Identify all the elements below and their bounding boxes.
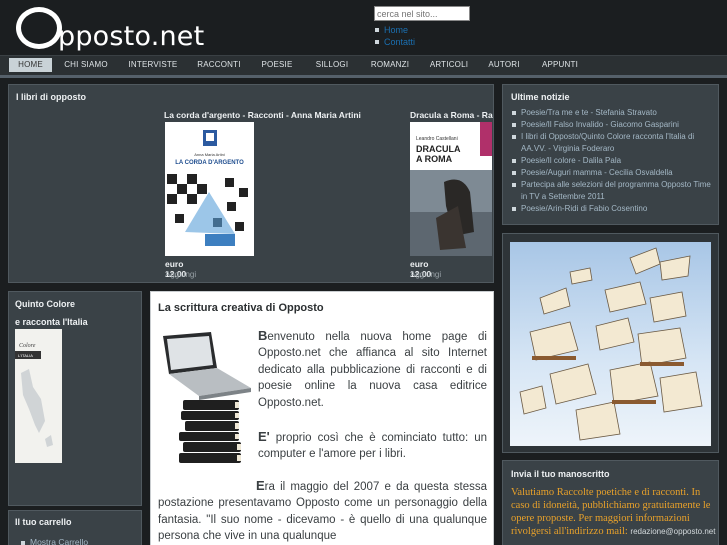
quinto-subtitle: e racconta l'Italia (15, 317, 88, 327)
contatti-link[interactable]: Contatti (374, 36, 415, 48)
nav-item-appunti[interactable]: APPUNTI (535, 58, 585, 72)
nav-item-home[interactable]: HOME (9, 58, 52, 72)
news-panel-title: Ultime notizie (511, 92, 570, 102)
flying-books-image (510, 242, 711, 446)
intro-paragraph-2: E' proprio così che è cominciato tutto: … (258, 429, 487, 463)
add-to-cart-link[interactable]: Aggiungi (165, 270, 196, 279)
paragraph-text: proprio così che è cominciato tutto: un … (258, 432, 487, 461)
home-link[interactable]: Home (374, 24, 415, 36)
news-item[interactable]: Partecipa alle selezioni del programma O… (511, 179, 714, 203)
quinto-cover[interactable]: Colore L'ITALIA (15, 329, 62, 463)
news-item[interactable]: Poesie/Il Falso Invalido - Giacomo Gaspa… (511, 119, 714, 131)
paragraph-text: envenuto nella nuova home page di Oppost… (258, 331, 487, 409)
svg-text:A ROMA: A ROMA (416, 154, 453, 164)
flying-books-image-panel (502, 233, 719, 453)
quinto-title: Quinto Colore (15, 299, 75, 309)
laptop-books-art (163, 332, 251, 463)
cover-author: Leandro Castellani (416, 136, 458, 142)
main-content: La scrittura creativa di Opposto Benvenu… (150, 291, 494, 545)
book-cover-art: Leandro Castellani DRACULA A ROMA (410, 122, 492, 256)
nav-item-interviste[interactable]: INTERVISTE (124, 58, 182, 72)
site-header: pposto.net Home Contatti (0, 0, 727, 56)
cover-title: LA CORDA D'ARGENTO (175, 160, 244, 166)
nav-divider (0, 75, 727, 78)
news-item[interactable]: Poesie/Auguri mamma - Cecilia Osvaldella (511, 167, 714, 179)
paragraph-text: ra il maggio del 2007 e da questa stessa… (158, 481, 487, 543)
submit-description: Valutiamo Raccolte poetiche e di raccont… (511, 486, 716, 538)
quinto-colore-panel: Quinto Colore e racconta l'Italia Colore… (8, 291, 142, 506)
book-cover-art: Anna Maria Artini LA CORDA D'ARGENTO (165, 122, 254, 256)
laptop-books-image (159, 332, 255, 464)
bullet-icon (21, 541, 25, 545)
nav-item-poesie[interactable]: POESIE (256, 58, 298, 72)
cart-panel: Il tuo carrello Mostra Carrello (8, 510, 142, 545)
intro-paragraph-1: Benvenuto nella nuova home page di Oppos… (258, 328, 487, 411)
add-to-cart-link[interactable]: Aggiungi (410, 270, 441, 279)
svg-text:DRACULA: DRACULA (416, 144, 461, 154)
dropcap: B (258, 328, 268, 343)
news-item[interactable]: I libri di Opposto/Quinto Colore raccont… (511, 131, 714, 155)
book-title[interactable]: La corda d'argento - Racconti - Anna Mar… (164, 110, 361, 120)
show-cart-label: Mostra Carrello (30, 537, 89, 545)
book-cover-corda[interactable]: Anna Maria Artini LA CORDA D'ARGENTO (165, 122, 254, 256)
nav-item-chi-siamo[interactable]: CHI SIAMO (60, 58, 112, 72)
book-cover-dracula[interactable]: Leandro Castellani DRACULA A ROMA (410, 122, 492, 256)
page-title: La scrittura creativa di Opposto (158, 302, 324, 314)
books-panel: I libri di opposto La corda d'argento - … (8, 84, 494, 283)
cart-title: Il tuo carrello (15, 517, 72, 527)
show-cart-link[interactable]: Mostra Carrello (21, 537, 88, 545)
intro-paragraph-3: Era il maggio del 2007 e da questa stess… (158, 478, 487, 545)
news-panel: Ultime notizie Poesie/Tra me e te - Stef… (502, 84, 719, 225)
search-input[interactable] (374, 6, 470, 21)
news-list: Poesie/Tra me e te - Stefania Stravato P… (511, 107, 714, 215)
news-item[interactable]: Poesie/Il colore - Dalila Pala (511, 155, 714, 167)
site-logo[interactable]: pposto.net (16, 4, 216, 54)
dropcap: E' (258, 429, 270, 444)
submit-panel-title: Invia il tuo manoscritto (511, 469, 610, 479)
nav-item-romanzi[interactable]: ROMANZI (364, 58, 416, 72)
nav-item-sillogi[interactable]: SILLOGI (308, 58, 356, 72)
main-nav: HOME CHI SIAMO INTERVISTE RACCONTI POESI… (0, 55, 727, 78)
submit-manuscript-panel: Invia il tuo manoscritto Valutiamo Racco… (502, 460, 719, 545)
logo-ring (16, 7, 62, 49)
submit-email[interactable]: redazione@opposto.net (630, 527, 715, 536)
news-item[interactable]: Poesie/Tra me e te - Stefania Stravato (511, 107, 714, 119)
book-title[interactable]: Dracula a Roma - Ra (410, 110, 493, 120)
cover-author: Anna Maria Artini (194, 152, 225, 157)
logo-text: pposto.net (58, 21, 205, 52)
top-links: Home Contatti (374, 24, 415, 48)
quinto-cover-art: Colore L'ITALIA (15, 329, 62, 463)
books-panel-title: I libri di opposto (16, 92, 86, 102)
flying-books-art (519, 247, 703, 441)
dropcap: E (256, 478, 265, 493)
cover-text: Colore (19, 343, 36, 349)
nav-item-racconti[interactable]: RACCONTI (193, 58, 245, 72)
news-item[interactable]: Poesie/Arin-Ridi di Fabio Cosentino (511, 203, 714, 215)
cover-sub: L'ITALIA (18, 353, 33, 358)
nav-item-autori[interactable]: AUTORI (483, 58, 525, 72)
nav-item-articoli[interactable]: ARTICOLI (424, 58, 474, 72)
